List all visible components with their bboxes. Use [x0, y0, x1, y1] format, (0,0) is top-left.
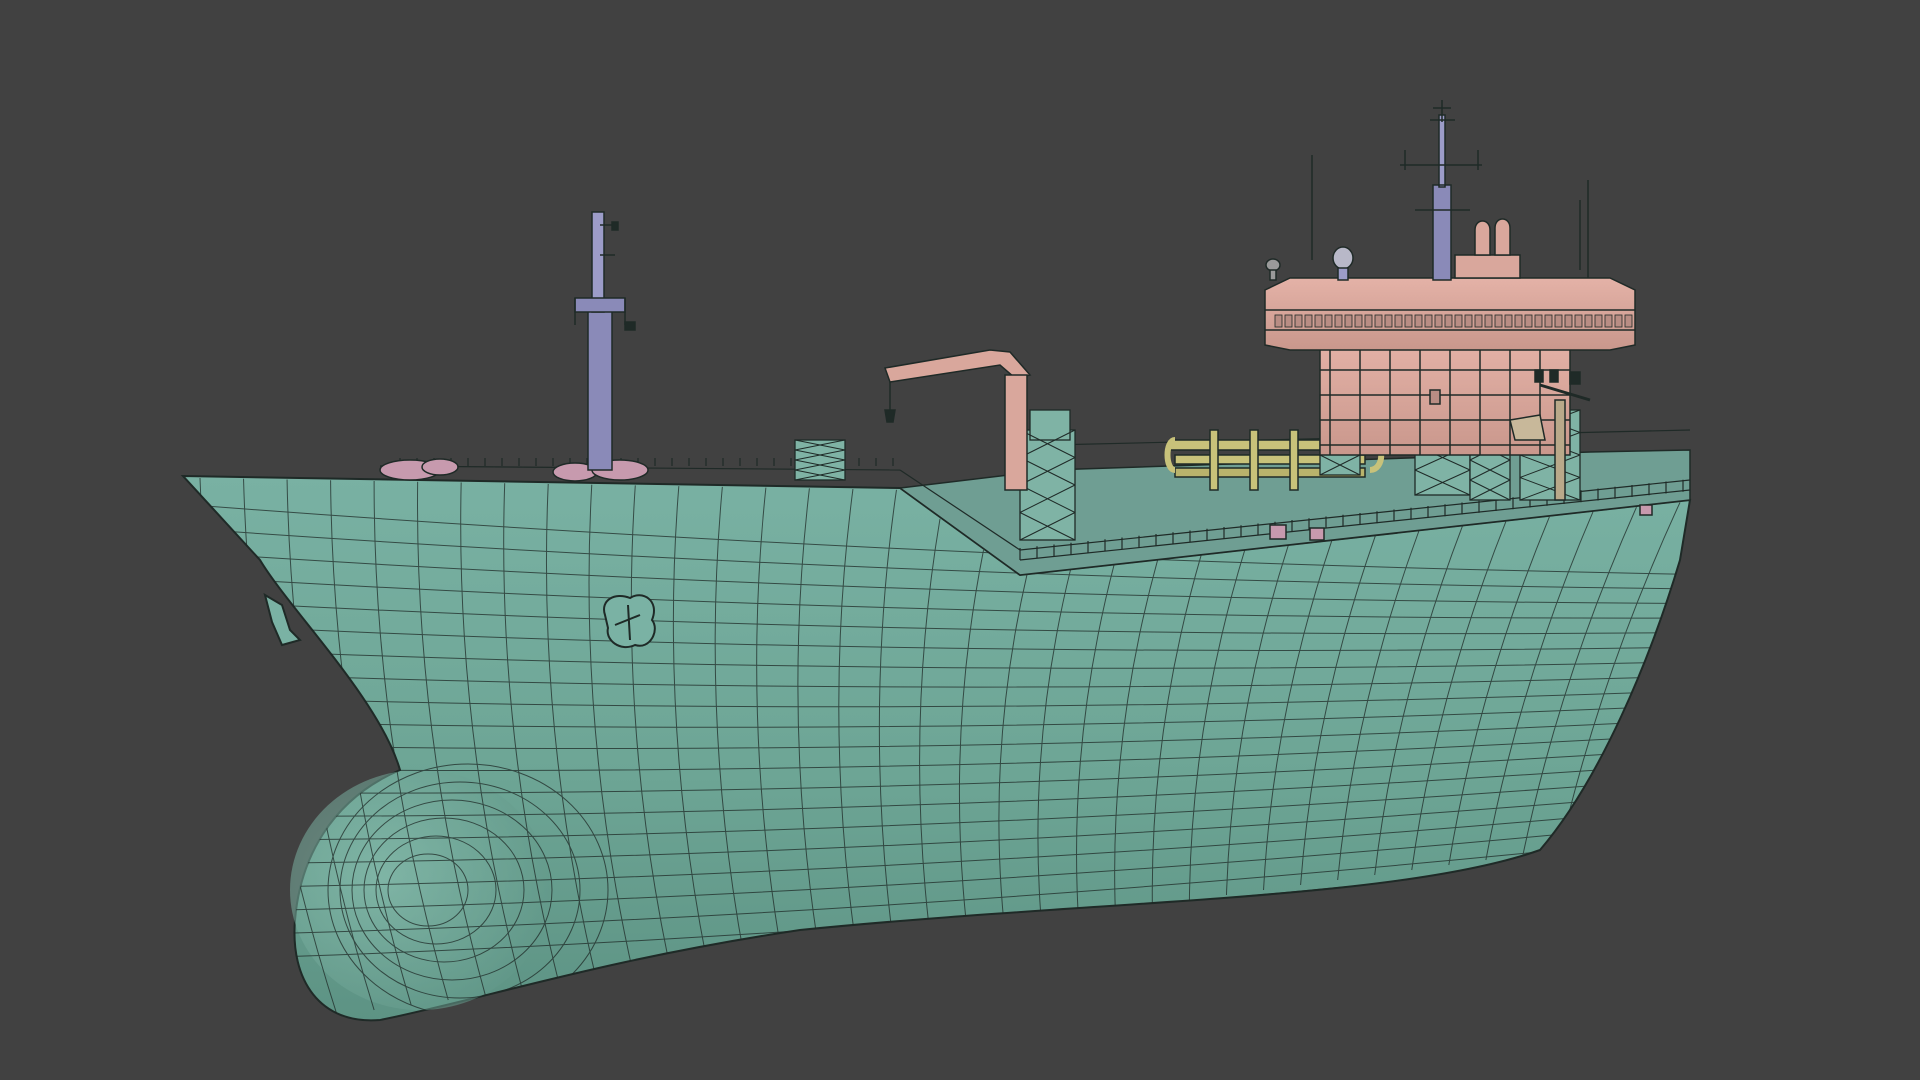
window — [1304, 314, 1313, 328]
window — [1484, 314, 1493, 328]
window — [1294, 314, 1303, 328]
3d-viewport[interactable] — [0, 0, 1920, 1080]
window — [1524, 314, 1533, 328]
anchor-icon — [603, 594, 656, 648]
window — [1504, 314, 1513, 328]
window — [1354, 314, 1363, 328]
window — [1494, 314, 1503, 328]
window — [1474, 314, 1483, 328]
main-mast — [1311, 100, 1589, 281]
window — [1314, 314, 1323, 328]
window — [1454, 314, 1463, 328]
window — [1554, 314, 1563, 328]
window — [1444, 314, 1453, 328]
window — [1574, 314, 1583, 328]
window — [1584, 314, 1593, 328]
window — [1604, 314, 1613, 328]
funnel — [1454, 254, 1521, 279]
hull[interactable] — [180, 474, 1700, 1022]
window — [1384, 314, 1393, 328]
window — [1394, 314, 1403, 328]
forward-mast — [574, 211, 636, 471]
window — [1334, 314, 1343, 328]
window — [1544, 314, 1553, 328]
window — [1274, 314, 1283, 328]
window — [1404, 314, 1413, 328]
window — [1364, 314, 1373, 328]
radar-dome — [1332, 246, 1354, 270]
window — [1324, 314, 1333, 328]
window — [1564, 314, 1573, 328]
window — [1514, 314, 1523, 328]
window — [1534, 314, 1543, 328]
window — [1414, 314, 1423, 328]
window — [1464, 314, 1473, 328]
window — [1374, 314, 1383, 328]
window — [1614, 314, 1623, 328]
window — [1434, 314, 1443, 328]
scene-canvas[interactable] — [0, 0, 1920, 1080]
bridge-deck — [1264, 277, 1636, 351]
deck-crane — [883, 349, 1032, 491]
window — [1624, 314, 1633, 328]
window — [1424, 314, 1433, 328]
window — [1284, 314, 1293, 328]
window — [1594, 314, 1603, 328]
window — [1344, 314, 1353, 328]
